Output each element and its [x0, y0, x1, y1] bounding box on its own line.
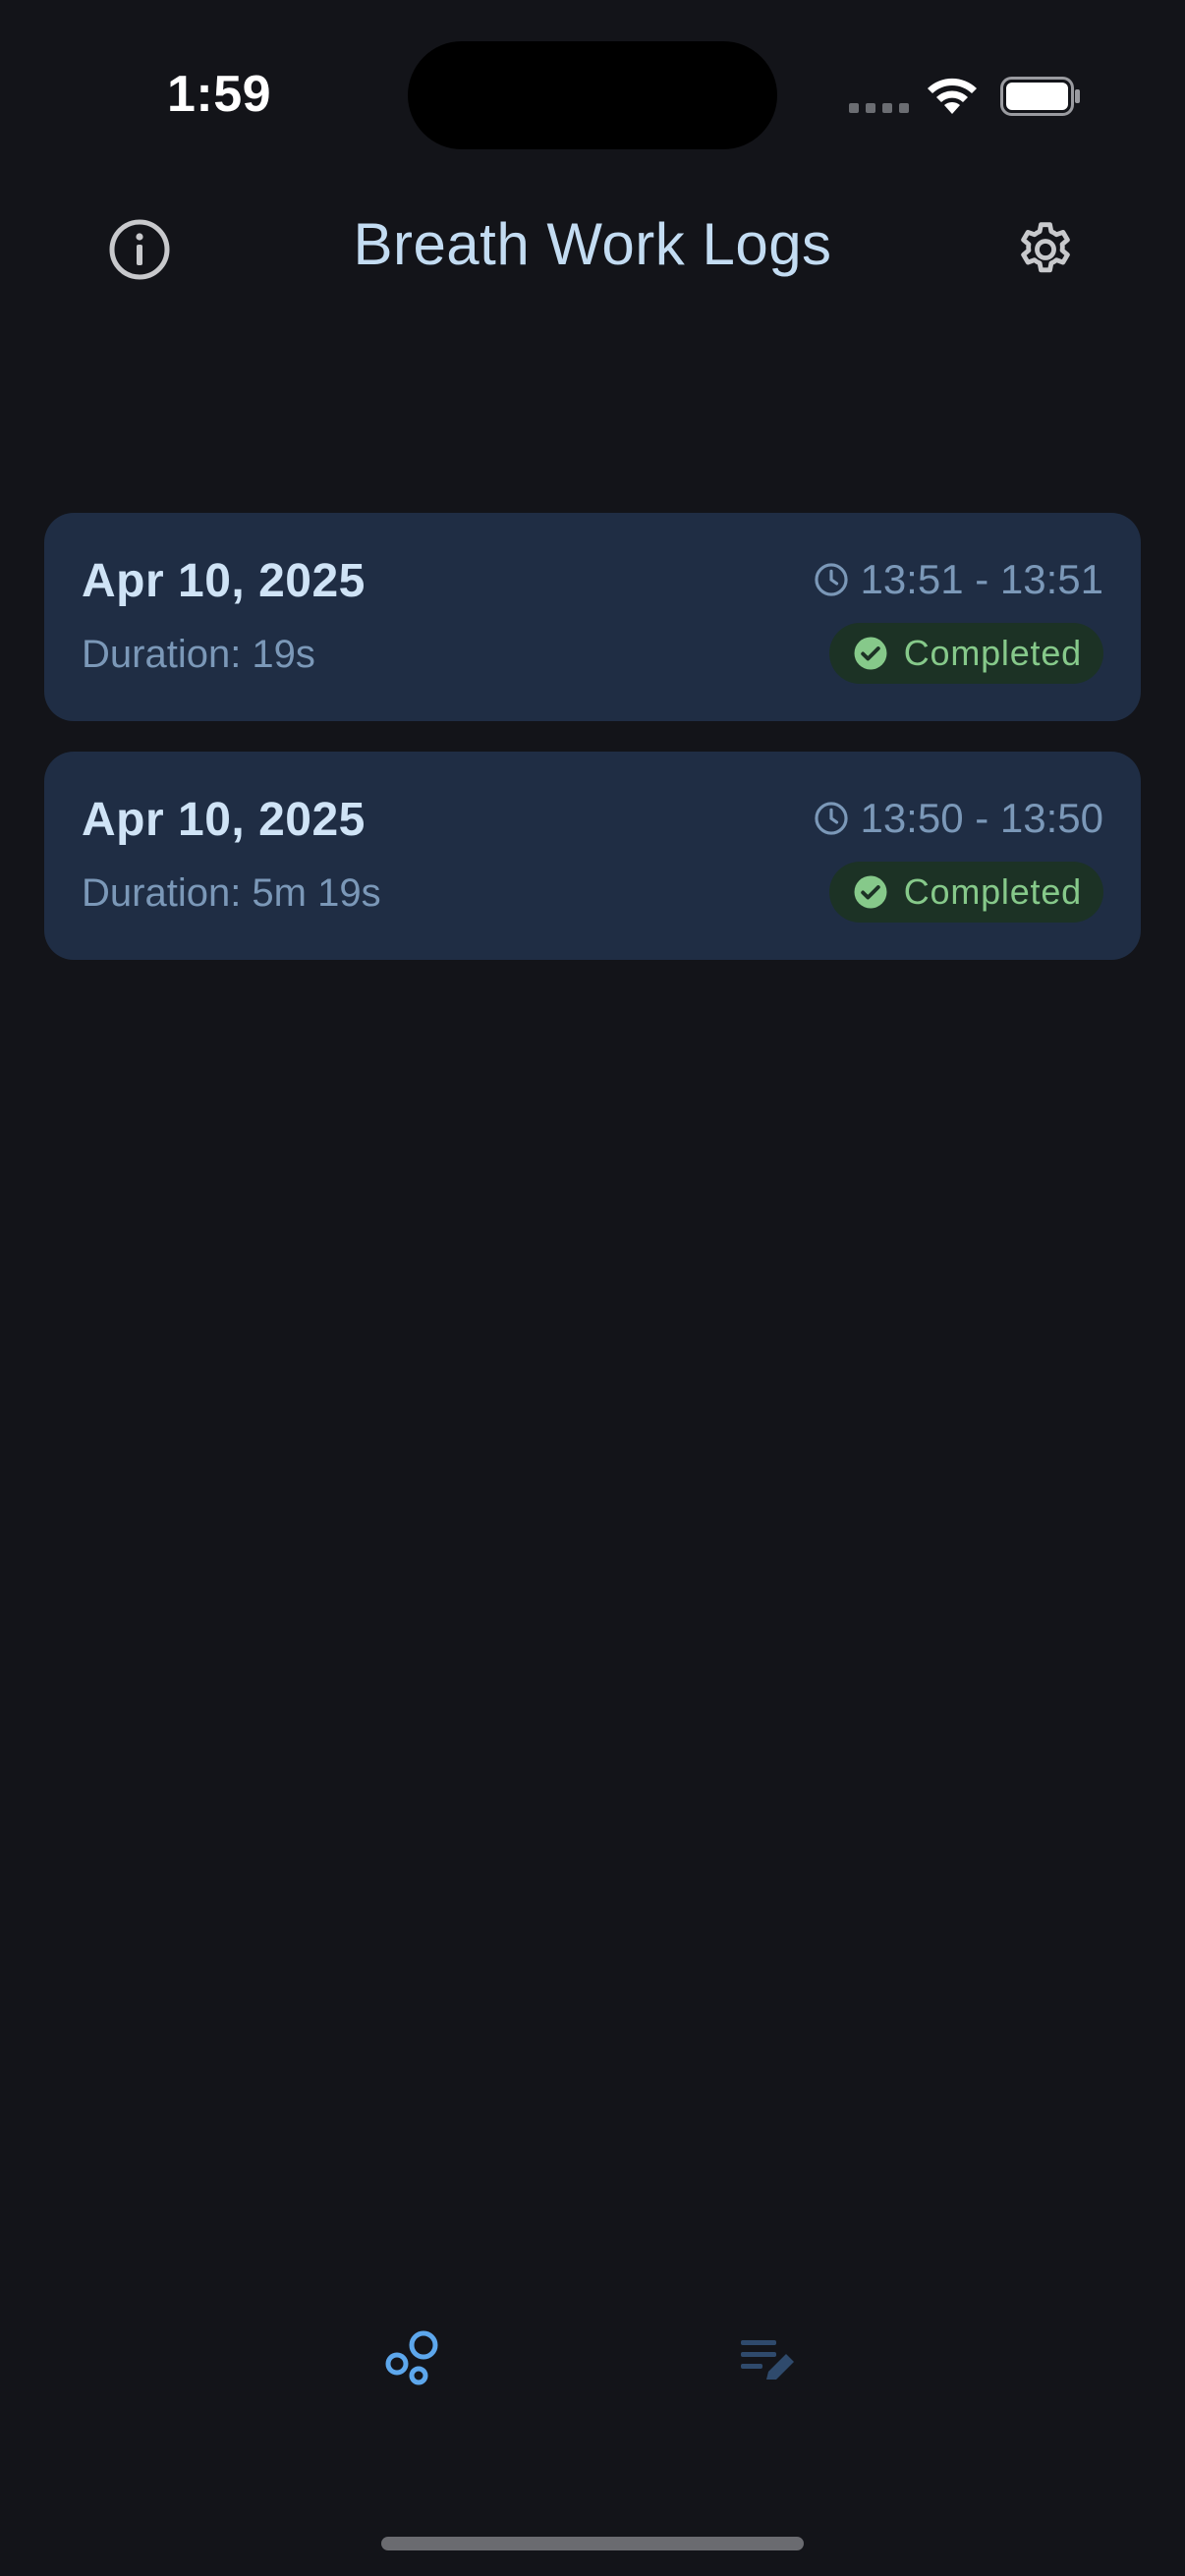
- bubbles-icon[interactable]: [383, 2328, 444, 2387]
- log-duration: Duration: 5m 19s: [82, 871, 381, 915]
- status-badge: Completed: [828, 623, 1103, 684]
- check-circle-icon: [854, 637, 887, 670]
- log-time-range: 13:51 - 13:51: [813, 556, 1103, 603]
- clock-icon: [815, 563, 849, 596]
- log-date: Apr 10, 2025: [82, 555, 366, 607]
- battery-icon: [1000, 77, 1080, 116]
- notes-edit-icon[interactable]: [739, 2336, 798, 2385]
- check-circle-icon: [854, 875, 887, 909]
- log-time-text: 13:50 - 13:50: [860, 795, 1103, 841]
- clock-icon: [815, 802, 849, 835]
- log-time-text: 13:51 - 13:51: [860, 556, 1103, 602]
- log-card[interactable]: Apr 10, 2025 Duration: 19s 13:51 - 13:51…: [44, 513, 1141, 721]
- home-indicator[interactable]: [381, 2537, 804, 2550]
- status-badge: Completed: [828, 862, 1103, 923]
- status-label: Completed: [903, 871, 1082, 912]
- wifi-icon: [928, 78, 977, 114]
- log-card[interactable]: Apr 10, 2025 Duration: 5m 19s 13:50 - 13…: [44, 752, 1141, 960]
- dynamic-island: [408, 41, 777, 149]
- gear-icon[interactable]: [1014, 218, 1077, 281]
- screen: 1:59 Breath Work Logs Apr 10, 2025 Durat…: [0, 0, 1185, 2576]
- cellular-signal-icon: [849, 103, 909, 113]
- status-label: Completed: [903, 633, 1082, 673]
- log-date: Apr 10, 2025: [82, 794, 366, 846]
- page-title: Breath Work Logs: [353, 211, 832, 277]
- status-time: 1:59: [167, 66, 272, 123]
- log-duration: Duration: 19s: [82, 633, 315, 676]
- log-time-range: 13:50 - 13:50: [813, 795, 1103, 842]
